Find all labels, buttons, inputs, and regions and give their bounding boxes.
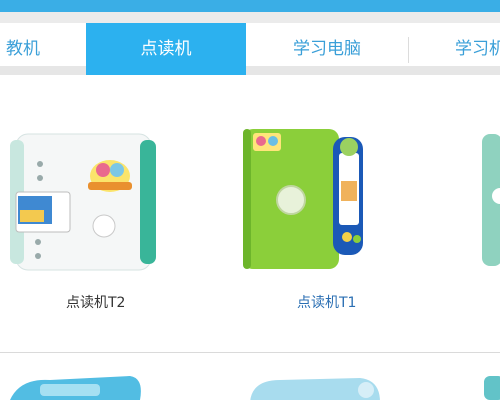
category-tab-bar: 教机 点读机 学习电脑 学习机 [0, 23, 500, 75]
next-product-partial-1[interactable] [10, 370, 150, 400]
top-color-bar [0, 0, 500, 12]
partial-product-image[interactable] [482, 134, 500, 284]
next-product-partial-3[interactable] [484, 370, 500, 400]
tab-learning-computer[interactable]: 学习电脑 [246, 23, 408, 75]
product-card-t1[interactable]: 点读机T1 [235, 84, 375, 324]
product-name-t1[interactable]: 点读机T1 [297, 292, 356, 312]
row-divider [0, 352, 500, 353]
tab-reading-pen[interactable]: 点读机 [86, 23, 246, 75]
tab-divider [408, 37, 409, 63]
reading-pen-t1-image [243, 129, 363, 269]
tab-education-machine[interactable]: 教机 [0, 23, 48, 75]
next-product-partial-2[interactable] [240, 372, 390, 400]
product-card-t2[interactable]: 点读机T2 [0, 84, 180, 324]
header-spacer [0, 12, 500, 23]
product-name-t2[interactable]: 点读机T2 [66, 292, 125, 312]
tab-learning-machine[interactable]: 学习机 [440, 23, 500, 75]
